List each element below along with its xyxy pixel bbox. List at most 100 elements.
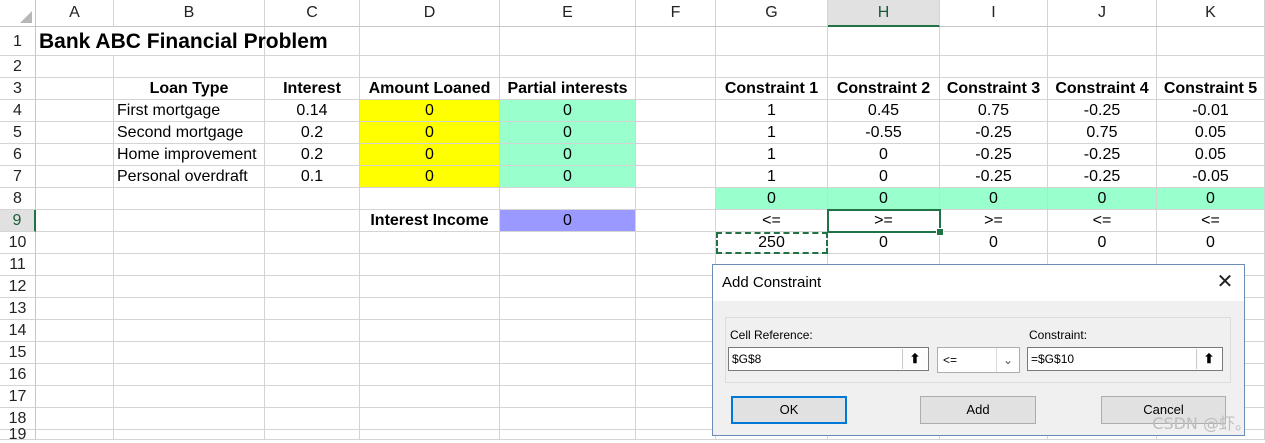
empty-cell[interactable] [940, 27, 1048, 56]
fill-handle[interactable] [936, 228, 944, 236]
header-interest[interactable]: Interest [265, 78, 360, 100]
empty-cell[interactable] [36, 166, 114, 188]
loan-type-cell[interactable]: First mortgage [114, 100, 265, 122]
constraint-input[interactable]: =$G$10 ⬆ [1027, 347, 1223, 371]
interest-income-value[interactable]: 0 [500, 210, 636, 232]
row-header-8[interactable]: 8 [0, 188, 36, 210]
interest-cell[interactable]: 0.14 [265, 100, 360, 122]
constraint-coefficient-cell[interactable]: -0.25 [940, 166, 1048, 188]
empty-cell[interactable] [36, 100, 114, 122]
column-header-k[interactable]: K [1157, 0, 1265, 27]
constraint-header[interactable]: Constraint 1 [716, 78, 828, 100]
row-header-6[interactable]: 6 [0, 144, 36, 166]
constraint-sign-cell[interactable]: <= [1157, 210, 1265, 232]
constraint-header[interactable]: Constraint 5 [1157, 78, 1265, 100]
empty-cell[interactable] [636, 386, 716, 408]
empty-cell[interactable] [500, 232, 636, 254]
constraint-rhs-cell[interactable]: 0 [1048, 232, 1157, 254]
empty-cell[interactable] [265, 276, 360, 298]
empty-cell[interactable] [360, 232, 500, 254]
empty-cell[interactable] [636, 232, 716, 254]
empty-cell[interactable] [828, 27, 940, 56]
empty-cell[interactable] [828, 56, 940, 78]
row-header-16[interactable]: 16 [0, 364, 36, 386]
empty-cell[interactable] [636, 166, 716, 188]
empty-cell[interactable] [36, 254, 114, 276]
header-partial-interests[interactable]: Partial interests [500, 78, 636, 100]
collapse-ref-icon[interactable]: ⬆ [1196, 349, 1221, 369]
constraint-coefficient-cell[interactable]: 0 [828, 166, 940, 188]
empty-cell[interactable] [636, 210, 716, 232]
row-header-11[interactable]: 11 [0, 254, 36, 276]
empty-cell[interactable] [1048, 27, 1157, 56]
constraint-coefficient-cell[interactable]: -0.55 [828, 122, 940, 144]
empty-cell[interactable] [940, 56, 1048, 78]
empty-cell[interactable] [636, 100, 716, 122]
partial-interest-cell[interactable]: 0 [500, 166, 636, 188]
empty-cell[interactable] [360, 364, 500, 386]
empty-cell[interactable] [114, 56, 265, 78]
column-header-b[interactable]: B [114, 0, 265, 27]
operator-select[interactable]: <= ⌄ [937, 347, 1020, 373]
empty-cell[interactable] [265, 342, 360, 364]
empty-cell[interactable] [36, 144, 114, 166]
empty-cell[interactable] [114, 210, 265, 232]
row-header-5[interactable]: 5 [0, 122, 36, 144]
loan-type-cell[interactable]: Personal overdraft [114, 166, 265, 188]
collapse-ref-icon[interactable]: ⬆ [902, 349, 927, 369]
constraint-coefficient-cell[interactable]: 0.75 [940, 100, 1048, 122]
constraint-coefficient-cell[interactable]: -0.25 [1048, 100, 1157, 122]
constraint-total-cell[interactable]: 0 [940, 188, 1048, 210]
empty-cell[interactable] [36, 56, 114, 78]
empty-cell[interactable] [265, 386, 360, 408]
cell-reference-input[interactable]: $G$8 ⬆ [728, 347, 929, 371]
loan-type-cell[interactable]: Second mortgage [114, 122, 265, 144]
row-header-19[interactable]: 19 [0, 427, 36, 443]
constraint-sign-cell[interactable]: >= [940, 210, 1048, 232]
empty-cell[interactable] [636, 144, 716, 166]
empty-cell[interactable] [636, 254, 716, 276]
empty-cell[interactable] [500, 298, 636, 320]
constraint-coefficient-cell[interactable]: 1 [716, 100, 828, 122]
empty-cell[interactable] [36, 188, 114, 210]
empty-cell[interactable] [636, 342, 716, 364]
row-header-2[interactable]: 2 [0, 56, 36, 78]
header-loan-type[interactable]: Loan Type [114, 78, 265, 100]
empty-cell[interactable] [360, 320, 500, 342]
empty-cell[interactable] [36, 210, 114, 232]
close-icon[interactable]: ✕ [1214, 271, 1236, 293]
empty-cell[interactable] [360, 342, 500, 364]
constraint-header[interactable]: Constraint 3 [940, 78, 1048, 100]
constraint-coefficient-cell[interactable]: -0.25 [1048, 144, 1157, 166]
column-header-h[interactable]: H [828, 0, 940, 27]
empty-cell[interactable] [114, 430, 265, 440]
constraint-coefficient-cell[interactable]: 0.05 [1157, 122, 1265, 144]
empty-cell[interactable] [265, 254, 360, 276]
column-header-c[interactable]: C [265, 0, 360, 27]
empty-cell[interactable] [265, 430, 360, 440]
column-header-d[interactable]: D [360, 0, 500, 27]
constraint-coefficient-cell[interactable]: 0.05 [1157, 144, 1265, 166]
empty-cell[interactable] [36, 78, 114, 100]
empty-cell[interactable] [500, 188, 636, 210]
amount-loaned-cell[interactable]: 0 [360, 122, 500, 144]
empty-cell[interactable] [360, 430, 500, 440]
column-header-a[interactable]: A [36, 0, 114, 27]
row-header-15[interactable]: 15 [0, 342, 36, 364]
empty-cell[interactable] [114, 408, 265, 430]
empty-cell[interactable] [1157, 27, 1265, 56]
partial-interest-cell[interactable]: 0 [500, 100, 636, 122]
empty-cell[interactable] [636, 56, 716, 78]
empty-cell[interactable] [360, 408, 500, 430]
empty-cell[interactable] [360, 56, 500, 78]
row-header-17[interactable]: 17 [0, 386, 36, 408]
empty-cell[interactable] [500, 276, 636, 298]
amount-loaned-cell[interactable]: 0 [360, 144, 500, 166]
loan-type-cell[interactable]: Home improvement [114, 144, 265, 166]
empty-cell[interactable] [500, 386, 636, 408]
empty-cell[interactable] [114, 342, 265, 364]
row-header-13[interactable]: 13 [0, 298, 36, 320]
constraint-rhs-cell[interactable]: 250 [716, 232, 828, 254]
chevron-down-icon[interactable]: ⌄ [996, 348, 1019, 372]
interest-cell[interactable]: 0.2 [265, 122, 360, 144]
